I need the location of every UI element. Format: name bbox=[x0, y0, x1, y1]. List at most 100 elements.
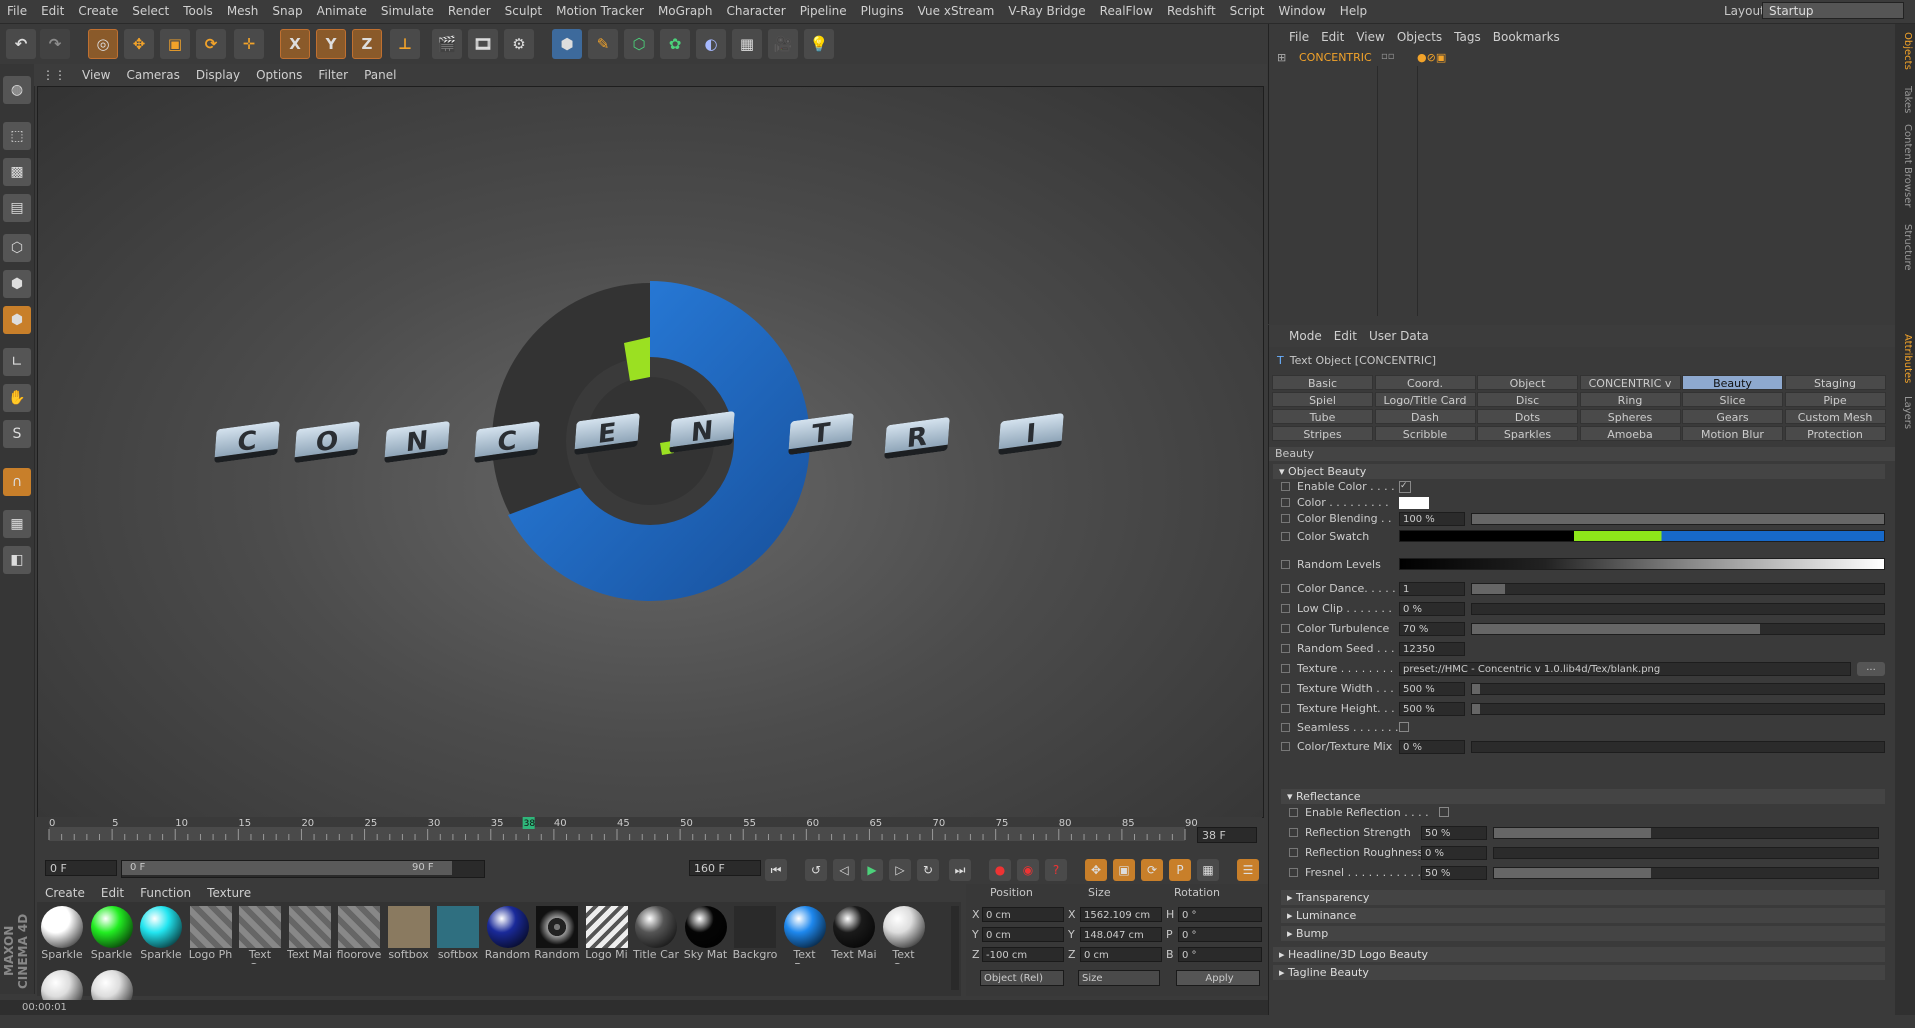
anim-icon[interactable] bbox=[1281, 723, 1290, 732]
viewport-menu-cameras[interactable]: Cameras bbox=[118, 68, 187, 82]
menu-mesh[interactable]: Mesh bbox=[220, 0, 266, 23]
object-menu-bookmarks[interactable]: Bookmarks bbox=[1487, 30, 1566, 44]
menu-character[interactable]: Character bbox=[719, 0, 792, 23]
reflection-roughness-slider[interactable] bbox=[1493, 847, 1879, 859]
attribute-menu-user-data[interactable]: User Data bbox=[1363, 329, 1435, 343]
bump-group[interactable]: ▸ Bump bbox=[1281, 926, 1885, 941]
menu-tools[interactable]: Tools bbox=[176, 0, 220, 23]
anim-icon[interactable] bbox=[1281, 560, 1290, 569]
coordinate-system-icon[interactable]: ⊥ bbox=[390, 29, 420, 59]
material-item[interactable]: softbox bbox=[435, 906, 481, 964]
render-picture-viewer-icon[interactable]: 🎞 bbox=[468, 29, 498, 59]
transform-icon[interactable]: ✛ bbox=[234, 29, 264, 59]
tab-amoeba[interactable]: Amoeba bbox=[1579, 426, 1681, 441]
pen-icon[interactable]: ✎ bbox=[588, 29, 618, 59]
tab-stripes[interactable]: Stripes bbox=[1272, 426, 1373, 441]
menu-simulate[interactable]: Simulate bbox=[374, 0, 441, 23]
visibility-icon[interactable]: ▫▫ bbox=[1381, 51, 1395, 62]
tab-disc[interactable]: Disc bbox=[1477, 392, 1578, 407]
anim-icon[interactable] bbox=[1289, 828, 1298, 837]
move-icon[interactable]: ✥ bbox=[124, 29, 154, 59]
axis-x-button[interactable]: X bbox=[280, 29, 310, 59]
anim-icon[interactable] bbox=[1281, 742, 1290, 751]
low-clip-slider[interactable] bbox=[1471, 603, 1885, 615]
enable-color-checkbox[interactable]: ✓ bbox=[1399, 481, 1411, 493]
undo-icon[interactable]: ↶ bbox=[6, 29, 36, 59]
menu-create[interactable]: Create bbox=[71, 0, 125, 23]
material-item[interactable]: Logo Mi bbox=[584, 906, 630, 964]
color-dance-field[interactable]: 1 bbox=[1399, 582, 1465, 596]
tab-layers[interactable]: Layers bbox=[1897, 396, 1913, 429]
tab-content-browser[interactable]: Content Browser bbox=[1897, 124, 1913, 207]
random-seed-field[interactable]: 12350 bbox=[1399, 642, 1465, 656]
texture-height-slider[interactable] bbox=[1471, 703, 1885, 715]
prev-key-icon[interactable]: ↺ bbox=[805, 859, 827, 881]
axis-mode-icon[interactable]: ∟ bbox=[3, 348, 31, 376]
fresnel-slider[interactable] bbox=[1493, 867, 1879, 879]
color-blending-slider[interactable] bbox=[1471, 513, 1885, 525]
size-mode-select[interactable]: Size bbox=[1078, 970, 1160, 986]
tab-spheres[interactable]: Spheres bbox=[1579, 409, 1681, 424]
material-menu-function[interactable]: Function bbox=[132, 886, 199, 900]
material-item[interactable]: Random bbox=[534, 906, 580, 964]
tab-tube[interactable]: Tube bbox=[1272, 409, 1373, 424]
anim-icon[interactable] bbox=[1281, 584, 1290, 593]
material-item[interactable]: Sparkle bbox=[39, 906, 85, 964]
pos-z-field[interactable]: -100 cm bbox=[982, 947, 1064, 962]
render-view-icon[interactable]: 🎬 bbox=[432, 29, 462, 59]
tab-spiel[interactable]: Spiel bbox=[1272, 392, 1373, 407]
size-y-field[interactable]: 148.047 cm bbox=[1080, 927, 1162, 942]
anim-icon[interactable] bbox=[1281, 664, 1290, 673]
color-turbulence-slider[interactable] bbox=[1471, 623, 1885, 635]
reflection-strength-slider[interactable] bbox=[1493, 827, 1879, 839]
tab-concentric-v-1-0[interactable]: CONCENTRIC v 1.0 bbox=[1579, 375, 1681, 405]
attribute-menu-edit[interactable]: Edit bbox=[1328, 329, 1363, 343]
scheme-icon[interactable]: ☰ bbox=[1237, 859, 1259, 881]
light-icon[interactable]: 💡 bbox=[804, 29, 834, 59]
menu-animate[interactable]: Animate bbox=[310, 0, 374, 23]
anim-icon[interactable] bbox=[1281, 644, 1290, 653]
menu-pipeline[interactable]: Pipeline bbox=[793, 0, 854, 23]
viewport[interactable]: CONCENTRI bbox=[37, 86, 1264, 818]
tab-objects[interactable]: Objects bbox=[1897, 32, 1913, 70]
object-menu-tags[interactable]: Tags bbox=[1448, 30, 1487, 44]
texture-width-slider[interactable] bbox=[1471, 683, 1885, 695]
tab-beauty[interactable]: Beauty bbox=[1682, 375, 1783, 390]
material-item[interactable]: Sparkle bbox=[89, 906, 135, 964]
material-item[interactable]: Text Cap bbox=[237, 906, 283, 964]
menu-vue-xstream[interactable]: Vue xStream bbox=[911, 0, 1002, 23]
low-clip-field[interactable]: 0 % bbox=[1399, 602, 1465, 616]
viewport-menu-options[interactable]: Options bbox=[248, 68, 310, 82]
tab-protection[interactable]: Protection bbox=[1784, 426, 1886, 441]
tab-motion-blur[interactable]: Motion Blur bbox=[1682, 426, 1783, 441]
tab-gears[interactable]: Gears bbox=[1682, 409, 1783, 424]
tab-coord-[interactable]: Coord. bbox=[1374, 375, 1476, 390]
tab-logo-title-card[interactable]: Logo/Title Card bbox=[1374, 392, 1476, 407]
next-frame-icon[interactable]: ▷ bbox=[889, 859, 911, 881]
go-to-start-icon[interactable]: ⏮ bbox=[765, 859, 787, 881]
tab-dots[interactable]: Dots bbox=[1477, 409, 1578, 424]
lock-workplane-icon[interactable]: ▦ bbox=[3, 510, 31, 538]
texture-browse-button[interactable]: ... bbox=[1857, 662, 1885, 676]
apply-button[interactable]: Apply bbox=[1176, 970, 1260, 986]
color-texture-mix-field[interactable]: 0 % bbox=[1399, 740, 1465, 754]
enable-reflection-checkbox[interactable] bbox=[1439, 807, 1449, 817]
tab-ring[interactable]: Ring bbox=[1579, 392, 1681, 407]
object-row[interactable]: ⊞ CONCENTRIC ▫▫ ●⊘▣ bbox=[1269, 50, 1896, 66]
menu-realflow[interactable]: RealFlow bbox=[1093, 0, 1160, 23]
random-levels-gradient[interactable] bbox=[1399, 558, 1885, 570]
subdivision-icon[interactable]: ⬡ bbox=[624, 29, 654, 59]
object-menu-objects[interactable]: Objects bbox=[1391, 30, 1448, 44]
frame-start-field[interactable]: 0 F bbox=[45, 860, 117, 876]
tab-object[interactable]: Object bbox=[1477, 375, 1578, 390]
keyframe-selection-icon[interactable]: ? bbox=[1045, 859, 1067, 881]
viewport-menu-display[interactable]: Display bbox=[188, 68, 248, 82]
texture-mode-icon[interactable]: ▩ bbox=[3, 158, 31, 186]
live-select-icon[interactable]: ◎ bbox=[88, 29, 118, 59]
color-dance-slider[interactable] bbox=[1471, 583, 1885, 595]
anim-icon[interactable] bbox=[1281, 482, 1290, 491]
material-item[interactable]: Text Bev bbox=[782, 906, 828, 964]
scale-icon[interactable]: ▣ bbox=[160, 29, 190, 59]
tab-attributes[interactable]: Attributes bbox=[1897, 334, 1913, 383]
anim-icon[interactable] bbox=[1281, 624, 1290, 633]
